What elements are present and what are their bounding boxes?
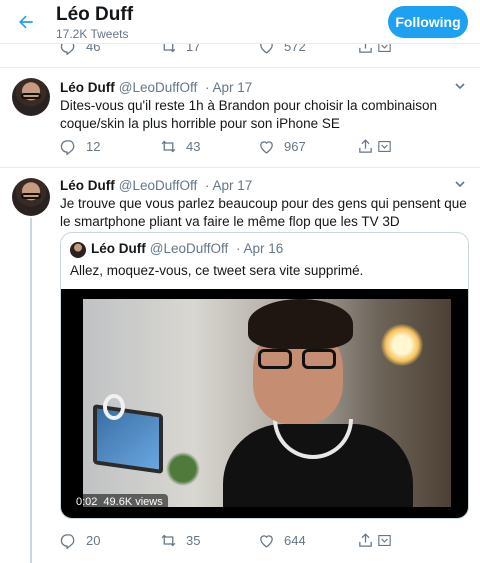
quoted-author-name: Léo Duff bbox=[91, 241, 146, 256]
chevron-down-icon[interactable] bbox=[454, 178, 466, 190]
person-image bbox=[223, 299, 413, 507]
tweet-text: Je trouve que vous parlez beaucoup pour … bbox=[60, 196, 467, 229]
avatar[interactable] bbox=[12, 178, 50, 216]
author-name[interactable]: Léo Duff bbox=[60, 178, 115, 193]
share-icon bbox=[359, 533, 372, 547]
video-frame bbox=[83, 299, 451, 507]
reply-button[interactable]: 12 bbox=[60, 138, 100, 155]
heart-icon bbox=[260, 535, 273, 548]
like-button[interactable]: 644 bbox=[258, 532, 306, 549]
retweet-icon bbox=[161, 534, 176, 547]
retweet-count: 43 bbox=[186, 139, 201, 154]
avatar[interactable] bbox=[12, 78, 50, 116]
tweet-date[interactable]: · Apr 17 bbox=[205, 80, 252, 95]
like-count: 967 bbox=[284, 139, 306, 154]
share-button[interactable] bbox=[357, 532, 395, 549]
chevron-down-icon bbox=[378, 534, 391, 547]
chevron-down-icon[interactable] bbox=[454, 80, 466, 92]
quoted-tweet-text: Allez, moquez-vous, ce tweet sera vite s… bbox=[70, 263, 364, 278]
profile-header: Léo Duff 17.2K Tweets Following bbox=[0, 0, 480, 44]
retweet-icon bbox=[161, 140, 176, 153]
video-meta: 0:02 49.6K views bbox=[71, 494, 168, 510]
quoted-author-handle: @LeoDuffOff bbox=[149, 241, 229, 256]
tweet-header: Léo Duff @LeoDuffOff · Apr 17 bbox=[60, 178, 252, 193]
like-count: 644 bbox=[284, 533, 306, 548]
plant-image bbox=[163, 449, 203, 489]
tweet-header: Léo Duff @LeoDuffOff · Apr 17 bbox=[60, 80, 252, 95]
tweet[interactable]: Léo Duff @LeoDuffOff · Apr 17 Dites-vous … bbox=[0, 68, 480, 168]
video-time: 0:02 bbox=[76, 496, 98, 508]
video-player[interactable]: 0:02 49.6K views bbox=[61, 289, 468, 518]
avatar bbox=[70, 242, 86, 258]
like-button[interactable]: 967 bbox=[258, 138, 306, 155]
quoted-tweet-date: · Apr 16 bbox=[236, 241, 284, 256]
quoted-tweet[interactable]: Léo Duff @LeoDuffOff · Apr 16 Allez, moqu… bbox=[60, 232, 469, 519]
retweet-count: 35 bbox=[186, 533, 201, 548]
retweet-button[interactable]: 35 bbox=[160, 532, 200, 549]
reply-icon bbox=[60, 534, 75, 549]
tweet-date[interactable]: · Apr 17 bbox=[205, 178, 252, 193]
arrow-left-icon[interactable] bbox=[12, 8, 40, 36]
retweet-button[interactable]: 43 bbox=[160, 138, 200, 155]
reply-button[interactable]: 20 bbox=[60, 532, 100, 549]
reply-icon bbox=[60, 140, 75, 155]
following-button[interactable]: Following bbox=[388, 6, 468, 38]
share-button[interactable] bbox=[357, 138, 395, 155]
tweet-actions: 12 43 967 bbox=[60, 138, 400, 158]
author-handle[interactable]: @LeoDuffOff bbox=[119, 80, 198, 95]
tweet[interactable]: Léo Duff @LeoDuffOff · Apr 17 Je trouve q… bbox=[0, 168, 480, 563]
author-name[interactable]: Léo Duff bbox=[60, 80, 115, 95]
tweet-actions: 20 35 644 bbox=[60, 532, 400, 552]
video-views: 49.6K views bbox=[103, 496, 163, 508]
share-icon bbox=[359, 139, 372, 153]
author-handle[interactable]: @LeoDuffOff bbox=[119, 178, 198, 193]
chevron-down-icon bbox=[378, 140, 391, 153]
ring-light-image bbox=[103, 394, 125, 420]
reply-count: 20 bbox=[86, 533, 101, 548]
laptop-image bbox=[93, 404, 163, 474]
tweet-count: 17.2K Tweets bbox=[56, 27, 129, 41]
reply-count: 12 bbox=[86, 139, 101, 154]
thread-line bbox=[30, 218, 32, 563]
quoted-tweet-header: Léo Duff @LeoDuffOff · Apr 16 bbox=[91, 241, 283, 256]
tweet-text: Dites-vous qu'il reste 1h à Brandon pour… bbox=[60, 98, 438, 131]
profile-name: Léo Duff bbox=[56, 4, 134, 25]
heart-icon bbox=[260, 141, 273, 154]
